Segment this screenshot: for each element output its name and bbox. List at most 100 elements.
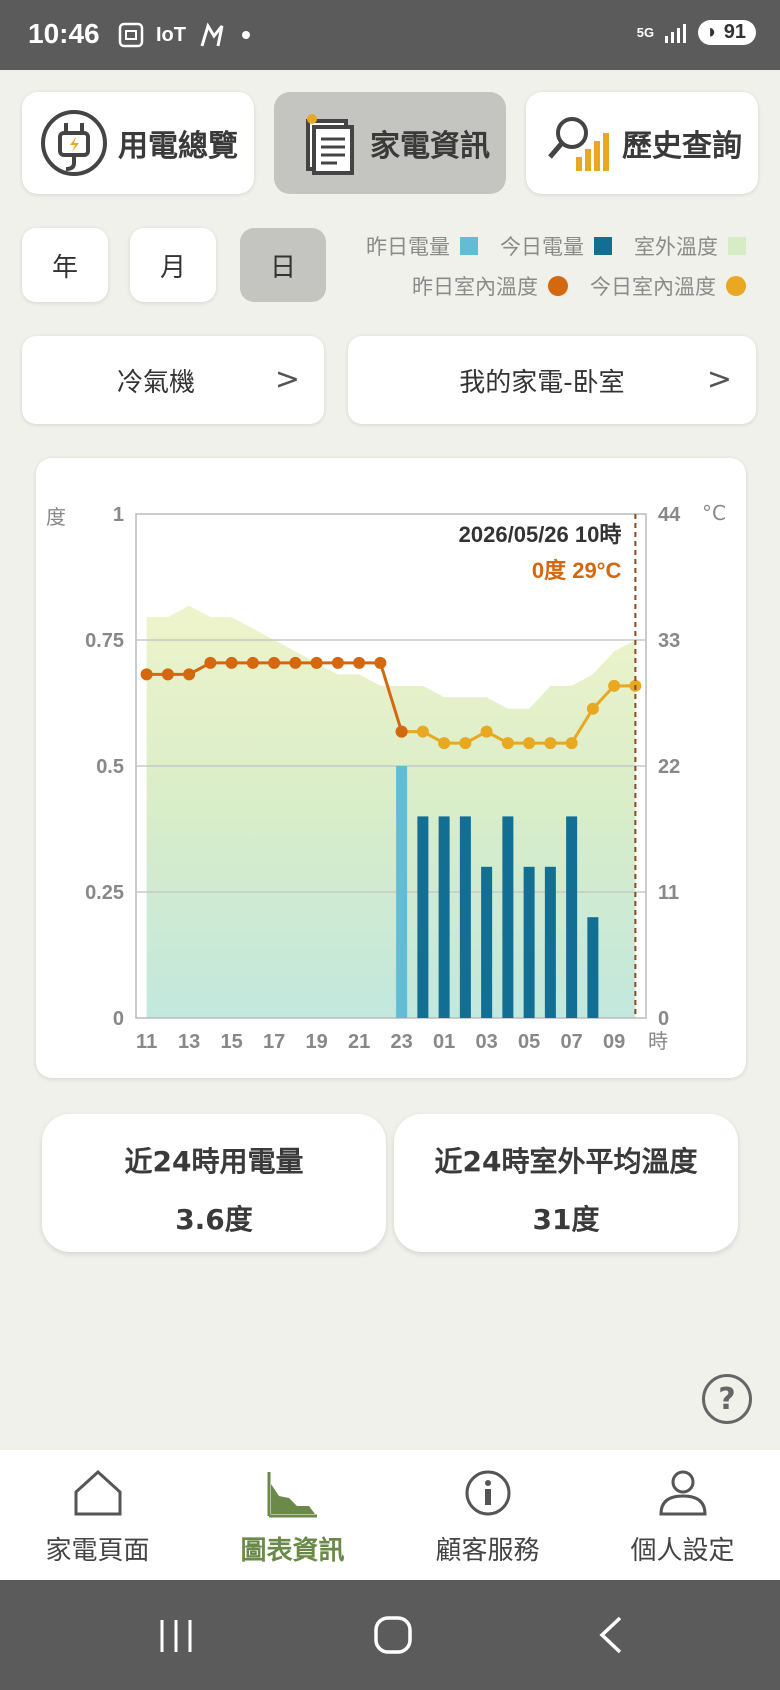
legend-item: 今日電量 bbox=[500, 231, 612, 261]
battery-badge: ◗ 91 bbox=[698, 20, 756, 45]
y-tick-left: 0.75 bbox=[85, 630, 124, 652]
recent-apps-icon[interactable] bbox=[156, 1616, 196, 1656]
iot-icon: IoT bbox=[156, 23, 186, 46]
today-indoor-temp-point bbox=[438, 737, 451, 750]
today-indoor-temp-point bbox=[608, 679, 621, 692]
yesterday-indoor-temp-point bbox=[331, 656, 344, 669]
help-icon: ? bbox=[718, 1381, 736, 1417]
y-axis-label-left: 度 bbox=[46, 505, 66, 529]
document-icon bbox=[306, 114, 354, 175]
today-power-bar bbox=[587, 917, 599, 1018]
x-tick: 07 bbox=[561, 1031, 583, 1053]
today-power-bar bbox=[544, 866, 556, 1018]
summary-title: 近24時室外平均溫度 bbox=[434, 1145, 698, 1178]
tooltip-title: 2026/05/26 10時 bbox=[459, 522, 622, 547]
location-name: 我的家電-卧室 bbox=[459, 367, 625, 398]
chart-card: 0 0.25 0.5 0.75 1 0 11 22 33 44 度 °C 11 13 15 17 19 21 23 0… bbox=[36, 458, 746, 1078]
appliance-name: 冷氣機 bbox=[116, 367, 195, 398]
x-tick: 21 bbox=[348, 1031, 370, 1053]
yesterday-indoor-temp-point bbox=[353, 656, 366, 669]
x-tick: 11 bbox=[136, 1031, 157, 1053]
today-power-bar bbox=[523, 866, 535, 1018]
pinwheel-icon bbox=[200, 22, 224, 47]
today-power-bar bbox=[566, 816, 578, 1018]
yesterday-indoor-temp-point bbox=[374, 656, 387, 669]
legend-swatch bbox=[460, 237, 478, 255]
period-year-button[interactable]: 年 bbox=[22, 228, 108, 302]
dot-icon bbox=[242, 31, 250, 39]
top-nav: 用電總覽 家電資訊 歷史查詢 bbox=[22, 92, 758, 196]
today-indoor-temp-point bbox=[416, 725, 429, 738]
x-tick: 01 bbox=[433, 1031, 455, 1053]
screenshot-icon bbox=[118, 22, 144, 48]
x-tick: 03 bbox=[476, 1031, 498, 1053]
today-indoor-temp-point bbox=[544, 737, 557, 750]
y-tick-right: 11 bbox=[658, 882, 679, 904]
y-tick-right: 0 bbox=[658, 1008, 669, 1030]
today-indoor-temp-point bbox=[523, 737, 536, 750]
home-button-icon[interactable] bbox=[372, 1614, 414, 1656]
today-indoor-temp-point bbox=[480, 725, 493, 738]
usage-chart[interactable]: 0 0.25 0.5 0.75 1 0 11 22 33 44 度 °C 11 13 15 17 19 21 23 0… bbox=[36, 458, 746, 1078]
period-month-button[interactable]: 月 bbox=[130, 228, 216, 302]
today-indoor-temp-point bbox=[586, 702, 599, 715]
legend-item: 室外溫度 bbox=[634, 231, 746, 261]
y-tick-left: 0 bbox=[113, 1008, 124, 1030]
info-icon bbox=[465, 1470, 510, 1516]
x-tick: 05 bbox=[518, 1031, 540, 1053]
user-icon bbox=[658, 1470, 707, 1516]
x-tick: 13 bbox=[178, 1031, 200, 1053]
today-power-bar bbox=[417, 816, 429, 1018]
chart-legend: 昨日電量 今日電量 室外溫度 昨日室內溫度 今日室內溫度 bbox=[344, 226, 746, 306]
x-axis-label: 時 bbox=[648, 1029, 668, 1053]
back-icon[interactable] bbox=[596, 1614, 626, 1656]
bottom-nav-customer-service[interactable]: 顧客服務 bbox=[390, 1468, 585, 1567]
tab-label: 家電資訊 bbox=[370, 129, 490, 164]
today-power-bar bbox=[459, 816, 471, 1018]
status-bar: 10:46 IoT 5G ◗ 91 bbox=[0, 0, 780, 70]
yesterday-indoor-temp-point bbox=[289, 656, 302, 669]
plug-icon bbox=[41, 110, 107, 176]
bottom-nav-chart-info[interactable]: 圖表資訊 bbox=[195, 1468, 390, 1567]
tab-power-overview[interactable]: 用電總覽 bbox=[22, 92, 254, 194]
y-tick-right: 33 bbox=[658, 630, 680, 652]
home-icon bbox=[74, 1469, 121, 1516]
y-tick-right: 44 bbox=[658, 504, 681, 526]
today-indoor-temp-point bbox=[501, 737, 514, 750]
x-tick: 15 bbox=[221, 1031, 243, 1053]
legend-dot bbox=[726, 276, 746, 296]
appliance-selector[interactable]: 冷氣機 > bbox=[22, 336, 324, 424]
y-tick-left: 1 bbox=[113, 504, 124, 526]
signal-icon bbox=[665, 23, 687, 43]
period-day-button[interactable]: 日 bbox=[240, 228, 326, 302]
yesterday-indoor-temp-point bbox=[161, 668, 174, 681]
legend-swatch bbox=[728, 237, 746, 255]
status-time: 10:46 bbox=[28, 18, 100, 49]
location-selector[interactable]: 我的家電-卧室 > bbox=[348, 336, 756, 424]
tab-label: 歷史查詢 bbox=[622, 129, 742, 164]
yesterday-indoor-temp-point bbox=[310, 656, 323, 669]
tab-history-query[interactable]: 歷史查詢 bbox=[526, 92, 758, 194]
legend-item: 昨日電量 bbox=[366, 231, 478, 261]
summary-card-power: 近24時用電量 3.6度 bbox=[42, 1114, 386, 1252]
x-tick: 19 bbox=[306, 1031, 328, 1053]
legend-item: 昨日室內溫度 bbox=[412, 271, 568, 301]
x-tick: 09 bbox=[603, 1031, 625, 1053]
yesterday-indoor-temp-point bbox=[204, 656, 217, 669]
network-type: 5G bbox=[636, 25, 655, 40]
yesterday-indoor-temp-point bbox=[268, 656, 281, 669]
history-chart-icon bbox=[548, 117, 609, 171]
help-button[interactable]: ? bbox=[702, 1374, 752, 1424]
yesterday-indoor-temp-point bbox=[395, 725, 408, 738]
legend-dot bbox=[548, 276, 568, 296]
yesterday-indoor-temp-point bbox=[183, 668, 196, 681]
summary-card-temperature: 近24時室外平均溫度 31度 bbox=[394, 1114, 738, 1252]
bottom-nav-personal-settings[interactable]: 個人設定 bbox=[585, 1468, 780, 1567]
bottom-nav-appliance-page[interactable]: 家電頁面 bbox=[0, 1468, 195, 1567]
outdoor-temp-area bbox=[146, 605, 636, 1018]
today-power-bar bbox=[502, 816, 514, 1018]
today-power-bar bbox=[438, 816, 450, 1018]
legend-item: 今日室內溫度 bbox=[590, 271, 746, 301]
tab-appliance-info[interactable]: 家電資訊 bbox=[274, 92, 506, 194]
legend-swatch bbox=[594, 237, 612, 255]
